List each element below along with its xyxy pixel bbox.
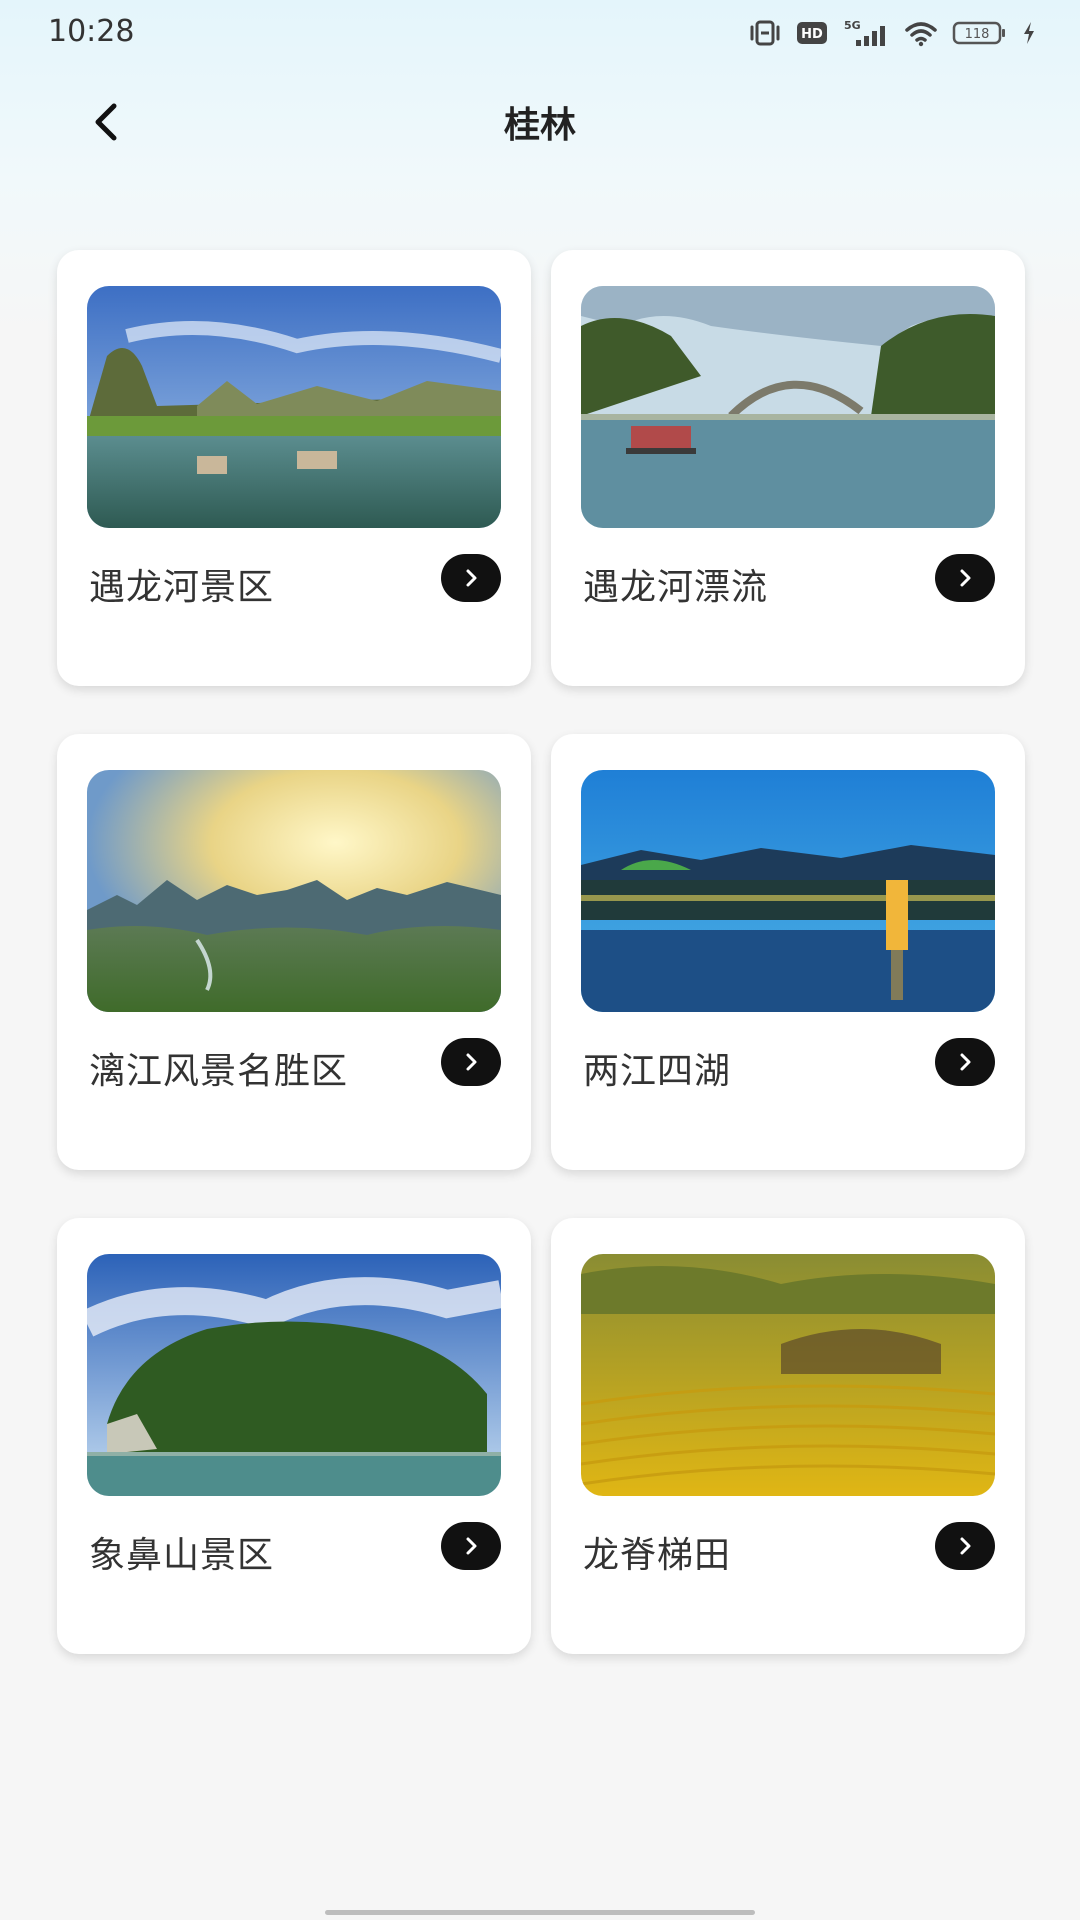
scenic-photo bbox=[87, 1254, 501, 1496]
scenic-card[interactable]: 遇龙河景区 bbox=[57, 250, 531, 686]
scenic-card[interactable]: 遇龙河漂流 bbox=[551, 250, 1025, 686]
home-indicator[interactable] bbox=[325, 1910, 755, 1915]
detail-arrow-button[interactable] bbox=[935, 1038, 995, 1086]
status-icons: HD 5G 118 bbox=[748, 18, 1036, 48]
detail-arrow-button[interactable] bbox=[441, 1038, 501, 1086]
scenic-card[interactable]: 象鼻山景区 bbox=[57, 1218, 531, 1654]
scenic-photo bbox=[581, 286, 995, 528]
scenic-title: 龙脊梯田 bbox=[583, 1535, 732, 1576]
vibrate-icon bbox=[750, 20, 780, 46]
charging-bolt-icon bbox=[1024, 22, 1034, 44]
detail-arrow-button[interactable] bbox=[441, 1522, 501, 1570]
scenic-card[interactable]: 两江四湖 bbox=[551, 734, 1025, 1170]
network-type-label: 5G bbox=[844, 19, 861, 32]
hd-text: HD bbox=[801, 27, 823, 42]
top-bar: 桂林 bbox=[0, 70, 1080, 170]
scenic-photo bbox=[581, 770, 995, 1012]
status-bar: 10:28 HD 5G 118 bbox=[0, 0, 1080, 70]
detail-arrow-button[interactable] bbox=[935, 554, 995, 602]
scenic-title: 象鼻山景区 bbox=[89, 1535, 275, 1576]
hd-icon: HD bbox=[797, 22, 827, 44]
status-time: 10:28 bbox=[48, 14, 135, 49]
chevron-right-icon bbox=[466, 1053, 477, 1071]
wifi-icon bbox=[905, 22, 937, 47]
scenic-photo bbox=[581, 1254, 995, 1496]
battery-icon: 118 bbox=[952, 21, 1005, 45]
scenic-title: 遇龙河漂流 bbox=[583, 567, 769, 608]
detail-arrow-button[interactable] bbox=[935, 1522, 995, 1570]
scenic-card[interactable]: 龙脊梯田 bbox=[551, 1218, 1025, 1654]
page-title: 桂林 bbox=[503, 105, 576, 146]
battery-level: 118 bbox=[965, 27, 990, 42]
chevron-right-icon bbox=[466, 569, 477, 587]
cellular-signal-icon: 5G bbox=[844, 19, 885, 46]
scenic-title: 两江四湖 bbox=[583, 1051, 732, 1092]
scenic-title: 漓江风景名胜区 bbox=[89, 1051, 349, 1092]
scenic-card[interactable]: 漓江风景名胜区 bbox=[57, 734, 531, 1170]
detail-arrow-button[interactable] bbox=[441, 554, 501, 602]
scenic-title: 遇龙河景区 bbox=[89, 567, 275, 608]
chevron-right-icon bbox=[960, 1053, 971, 1071]
chevron-right-icon bbox=[960, 1537, 971, 1555]
chevron-right-icon bbox=[466, 1537, 477, 1555]
scenic-photo bbox=[87, 286, 501, 528]
chevron-right-icon bbox=[960, 569, 971, 587]
scenic-photo bbox=[87, 770, 501, 1012]
